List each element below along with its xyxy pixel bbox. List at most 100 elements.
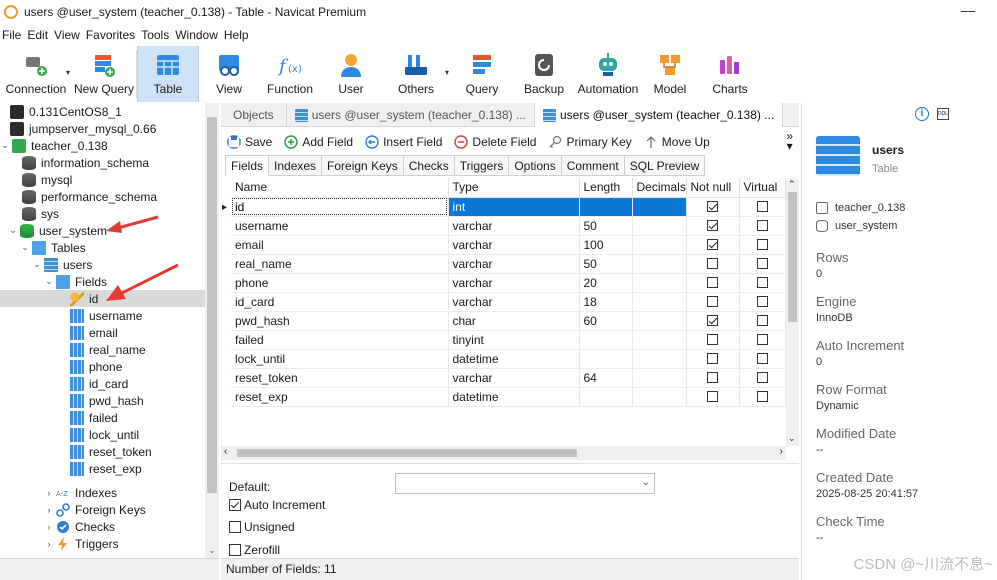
subtab-fields[interactable]: Fields: [225, 155, 270, 176]
field-row[interactable]: id_card varchar 18: [231, 292, 786, 312]
tree-item-connection[interactable]: 0.131CentOS8_1: [0, 103, 205, 120]
tree-item-field[interactable]: pwd_hash: [0, 392, 205, 409]
cell-length[interactable]: 50: [579, 254, 633, 274]
cell-type[interactable]: varchar: [448, 273, 580, 293]
insert-field-button[interactable]: Insert Field: [365, 135, 442, 149]
field-row[interactable]: reset_exp datetime: [231, 387, 786, 407]
minimize-button[interactable]: —: [961, 2, 975, 18]
tree-item-foreign-keys[interactable]: › Foreign Keys: [0, 501, 205, 518]
tree-item-field[interactable]: phone: [0, 358, 205, 375]
cell-length[interactable]: 18: [579, 292, 633, 312]
expand-chevron-icon[interactable]: ⌄: [20, 242, 30, 253]
subtab-foreign-keys[interactable]: Foreign Keys: [322, 155, 404, 176]
cell-decimals[interactable]: [632, 387, 687, 407]
tree-item-connection-open[interactable]: ⌄ teacher_0.138: [0, 137, 205, 154]
tree-item-field[interactable]: email: [0, 324, 205, 341]
zerofill-checkbox[interactable]: Zerofill: [229, 543, 280, 557]
cell-length[interactable]: [579, 330, 633, 350]
not-null-checkbox[interactable]: [707, 277, 718, 288]
new-query-button[interactable]: New Query: [72, 46, 136, 102]
menu-edit[interactable]: Edit: [25, 26, 52, 44]
scroll-up-arrow-icon[interactable]: ⌃: [788, 179, 796, 190]
cell-name[interactable]: id: [231, 197, 449, 217]
cell-name[interactable]: failed: [231, 330, 449, 350]
cell-type[interactable]: tinyint: [448, 330, 580, 350]
expand-chevron-right-icon[interactable]: ›: [44, 488, 54, 498]
move-up-button[interactable]: Move Up: [644, 135, 710, 149]
query-button[interactable]: Query: [451, 46, 513, 102]
virtual-checkbox[interactable]: [756, 353, 768, 364]
charts-button[interactable]: Charts: [699, 46, 761, 102]
tree-item-connection[interactable]: jumpserver_mysql_0.66: [0, 120, 205, 137]
more-actions-button[interactable]: » ▾: [786, 130, 793, 152]
cell-length[interactable]: 20: [579, 273, 633, 293]
virtual-checkbox[interactable]: [756, 220, 768, 231]
menu-file[interactable]: File: [0, 26, 25, 44]
field-row[interactable]: phone varchar 20: [231, 273, 786, 293]
cell-name[interactable]: reset_exp: [231, 387, 449, 407]
cell-type[interactable]: varchar: [448, 368, 580, 388]
cell-length[interactable]: 50: [579, 216, 633, 236]
menu-view[interactable]: View: [52, 26, 84, 44]
not-null-checkbox[interactable]: [707, 258, 718, 269]
cell-type[interactable]: varchar: [448, 292, 580, 312]
cell-name[interactable]: real_name: [231, 254, 449, 274]
scroll-down-arrow-icon[interactable]: ⌄: [788, 433, 796, 444]
zerofill-box[interactable]: [229, 544, 241, 556]
tree-item-field[interactable]: real_name: [0, 341, 205, 358]
connection-caret-icon[interactable]: ▾: [66, 68, 70, 77]
cell-type[interactable]: int: [448, 197, 580, 217]
cell-type[interactable]: varchar: [448, 235, 580, 255]
tree-item-database[interactable]: performance_schema: [0, 188, 205, 205]
cell-length[interactable]: 100: [579, 235, 633, 255]
tree-item-field[interactable]: username: [0, 307, 205, 324]
ddl-icon[interactable]: DDL: [937, 108, 949, 120]
field-row[interactable]: username varchar 50: [231, 216, 786, 236]
tree-item-tables[interactable]: ⌄ Tables: [0, 239, 205, 256]
column-header-length[interactable]: Length: [579, 178, 633, 198]
cell-type[interactable]: datetime: [448, 349, 580, 369]
tree-item-field[interactable]: reset_token: [0, 443, 205, 460]
virtual-checkbox[interactable]: [756, 296, 768, 307]
cell-name[interactable]: id_card: [231, 292, 449, 312]
cell-name[interactable]: pwd_hash: [231, 311, 449, 331]
column-header-name[interactable]: Name: [231, 178, 449, 198]
scroll-left-arrow-icon[interactable]: ‹: [224, 446, 227, 457]
virtual-checkbox[interactable]: [756, 334, 768, 345]
field-row[interactable]: lock_until datetime: [231, 349, 786, 369]
menu-tools[interactable]: Tools: [139, 26, 173, 44]
cell-name[interactable]: reset_token: [231, 368, 449, 388]
cell-decimals[interactable]: [632, 330, 687, 350]
not-null-checkbox[interactable]: [707, 239, 718, 250]
table-button[interactable]: Table: [137, 46, 199, 102]
chevron-down-icon[interactable]: ⌄: [642, 477, 650, 488]
expand-chevron-right-icon[interactable]: ›: [44, 522, 54, 532]
expand-chevron-right-icon[interactable]: ›: [44, 539, 54, 549]
expand-chevron-icon[interactable]: ⌄: [0, 140, 10, 151]
cell-type[interactable]: char: [448, 311, 580, 331]
cell-length[interactable]: [579, 349, 633, 369]
unsigned-checkbox[interactable]: Unsigned: [229, 520, 295, 534]
tab-table-design[interactable]: users @user_system (teacher_0.138) ...: [287, 103, 535, 127]
virtual-checkbox[interactable]: [756, 201, 768, 212]
subtab-triggers[interactable]: Triggers: [454, 155, 510, 176]
not-null-checkbox[interactable]: [707, 391, 718, 402]
subtab-indexes[interactable]: Indexes: [269, 155, 323, 176]
expand-chevron-right-icon[interactable]: ›: [44, 505, 54, 515]
function-button[interactable]: f (x) Function: [259, 46, 321, 102]
menu-window[interactable]: Window: [173, 26, 222, 44]
subtab-sql-preview[interactable]: SQL Preview: [624, 155, 706, 176]
not-null-checkbox[interactable]: [707, 296, 718, 307]
subtab-options[interactable]: Options: [509, 155, 562, 176]
save-button[interactable]: Save: [227, 135, 272, 149]
menu-favorites[interactable]: Favorites: [84, 26, 139, 44]
grid-hscrollbar-thumb[interactable]: [237, 449, 577, 457]
virtual-checkbox[interactable]: [756, 258, 768, 269]
field-row[interactable]: real_name varchar 50: [231, 254, 786, 274]
primary-key-button[interactable]: Primary Key: [548, 135, 632, 149]
default-value-select[interactable]: ⌄: [395, 473, 655, 494]
tree-item-indexes[interactable]: › A-Z Indexes: [0, 484, 205, 501]
field-row[interactable]: id int: [231, 197, 786, 217]
scroll-right-arrow-icon[interactable]: ›: [780, 446, 783, 457]
backup-button[interactable]: Backup: [513, 46, 575, 102]
